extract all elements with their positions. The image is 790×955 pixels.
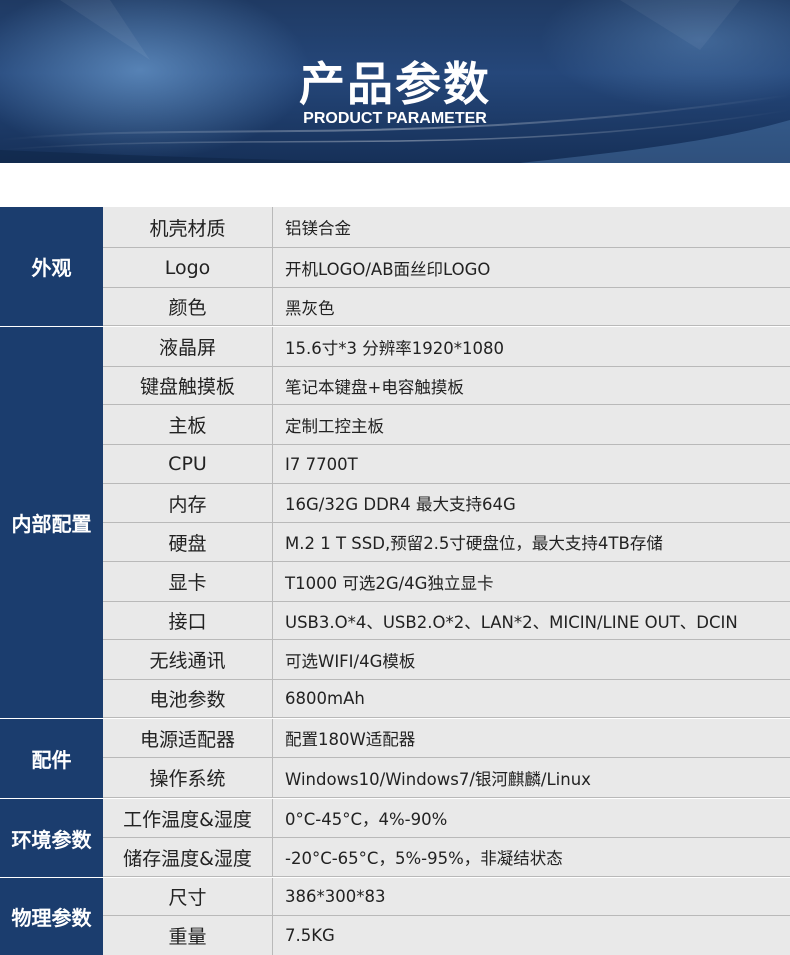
spec-value: 定制工控主板 xyxy=(285,416,384,436)
spec-value: 16G/32G DDR4 最大支持64G xyxy=(285,495,516,514)
spec-row: 无线通讯 可选WIFI/4G模板 xyxy=(103,640,790,680)
spec-label: 显卡 xyxy=(103,562,273,601)
spec-row: CPU I7 7700T xyxy=(103,445,790,484)
spec-value: 0°C-45°C，4%-90% xyxy=(285,810,448,829)
spec-value: 笔记本键盘+电容触摸板 xyxy=(285,377,464,397)
spec-label: 内存 xyxy=(103,484,273,522)
spec-row: 重量 7.5KG xyxy=(103,916,790,955)
spec-label: 重量 xyxy=(103,916,273,955)
spec-row: 接口 USB3.O*4、USB2.O*2、LAN*2、MICIN/LINE OU… xyxy=(103,602,790,640)
spec-group-internal: 内部配置 液晶屏 15.6寸*3 分辨率1920*1080 键盘触摸板 笔记本键… xyxy=(0,327,790,718)
spec-value: I7 7700T xyxy=(285,454,358,474)
page-subtitle: PRODUCT PARAMETER xyxy=(303,110,487,127)
spec-row: 显卡 T1000 可选2G/4G独立显卡 xyxy=(103,562,790,602)
spec-row: 主板 定制工控主板 xyxy=(103,405,790,445)
spec-label: 储存温度&湿度 xyxy=(103,838,273,876)
spec-row: 电源适配器 配置180W适配器 xyxy=(103,719,790,758)
spec-value: 6800mAh xyxy=(285,689,365,708)
category-label: 环境参数 xyxy=(0,799,103,877)
spec-value: M.2 1 T SSD,预留2.5寸硬盘位，最大支持4TB存储 xyxy=(285,534,663,553)
spec-label: 液晶屏 xyxy=(103,327,273,366)
spec-row: 颜色 黑灰色 xyxy=(103,288,790,326)
spec-value: 开机LOGO/AB面丝印LOGO xyxy=(285,259,491,279)
spec-label: 操作系统 xyxy=(103,758,273,797)
spec-label: 硬盘 xyxy=(103,523,273,561)
spec-row: 尺寸 386*300*83 xyxy=(103,878,790,916)
spec-label: 键盘触摸板 xyxy=(103,367,273,404)
spec-row: 键盘触摸板 笔记本键盘+电容触摸板 xyxy=(103,367,790,405)
spec-group-accessories: 配件 电源适配器 配置180W适配器 操作系统 Windows10/Window… xyxy=(0,719,790,798)
spec-row: 操作系统 Windows10/Windows7/银河麒麟/Linux xyxy=(103,758,790,798)
spec-value: USB3.O*4、USB2.O*2、LAN*2、MICIN/LINE OUT、D… xyxy=(285,612,738,632)
spec-label: 接口 xyxy=(103,602,273,639)
spec-value: 386*300*83 xyxy=(285,887,386,906)
spec-group-physical: 物理参数 尺寸 386*300*83 重量 7.5KG xyxy=(0,878,790,955)
spec-value: T1000 可选2G/4G独立显卡 xyxy=(285,573,494,593)
spec-label: CPU xyxy=(103,445,273,483)
spec-label: 电源适配器 xyxy=(103,719,273,757)
spec-label: 尺寸 xyxy=(103,878,273,915)
spec-value: 配置180W适配器 xyxy=(285,730,416,749)
spec-label: 机壳材质 xyxy=(103,207,273,247)
spec-value: Windows10/Windows7/银河麒麟/Linux xyxy=(285,769,591,789)
category-label: 物理参数 xyxy=(0,878,103,955)
spec-row: 液晶屏 15.6寸*3 分辨率1920*1080 xyxy=(103,327,790,367)
spec-value: 7.5KG xyxy=(285,926,335,945)
spec-label: 颜色 xyxy=(103,288,273,325)
spec-value: 可选WIFI/4G模板 xyxy=(285,651,416,671)
page-title: 产品参数 xyxy=(299,57,491,111)
category-label: 配件 xyxy=(0,719,103,798)
spec-row: 硬盘 M.2 1 T SSD,预留2.5寸硬盘位，最大支持4TB存储 xyxy=(103,523,790,562)
spec-label: 无线通讯 xyxy=(103,640,273,679)
spec-row: 工作温度&湿度 0°C-45°C，4%-90% xyxy=(103,799,790,838)
spec-label: 电池参数 xyxy=(103,680,273,717)
category-label: 外观 xyxy=(0,207,103,326)
header-banner: 产品参数 PRODUCT PARAMETER xyxy=(0,0,790,163)
spec-label: 主板 xyxy=(103,405,273,444)
spec-value: 15.6寸*3 分辨率1920*1080 xyxy=(285,338,504,358)
spec-row: 内存 16G/32G DDR4 最大支持64G xyxy=(103,484,790,523)
spec-group-environment: 环境参数 工作温度&湿度 0°C-45°C，4%-90% 储存温度&湿度 -20… xyxy=(0,799,790,877)
spec-label: Logo xyxy=(103,248,273,287)
spec-label: 工作温度&湿度 xyxy=(103,799,273,837)
spec-value: 铝镁合金 xyxy=(285,219,351,238)
spec-value: 黑灰色 xyxy=(285,298,335,318)
spec-value: -20°C-65°C，5%-95%，非凝结状态 xyxy=(285,849,563,868)
spec-group-appearance: 外观 机壳材质 铝镁合金 Logo 开机LOGO/AB面丝印LOGO 颜色 黑灰… xyxy=(0,207,790,326)
spec-row: 机壳材质 铝镁合金 xyxy=(103,207,790,248)
spec-row: 储存温度&湿度 -20°C-65°C，5%-95%，非凝结状态 xyxy=(103,838,790,877)
category-label: 内部配置 xyxy=(0,327,103,718)
spec-row: Logo 开机LOGO/AB面丝印LOGO xyxy=(103,248,790,288)
spec-row: 电池参数 6800mAh xyxy=(103,680,790,718)
